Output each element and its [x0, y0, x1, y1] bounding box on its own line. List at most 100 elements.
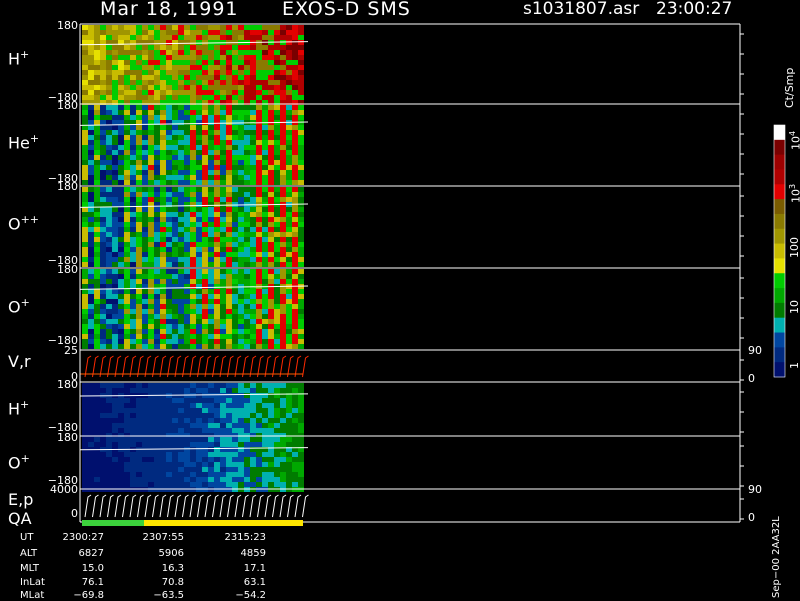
heatmap-cell: [100, 50, 106, 55]
heatmap-cell: [190, 309, 196, 314]
heatmap-cell: [184, 187, 190, 192]
heatmap-cell: [238, 80, 244, 85]
heatmap-cell: [166, 279, 172, 284]
heatmap-cell: [82, 388, 88, 393]
heatmap-cell: [286, 408, 292, 413]
heatmap-cell: [262, 222, 268, 227]
heatmap-cell: [130, 155, 136, 160]
heatmap-cell: [142, 90, 148, 95]
right-tick-top-vr: 90: [748, 344, 762, 357]
heatmap-cell: [292, 339, 298, 344]
heatmap-cell: [94, 202, 100, 207]
heatmap-cell: [172, 294, 178, 299]
heatmap-cell: [148, 130, 154, 135]
heatmap-cell: [262, 95, 268, 100]
heatmap-cell: [220, 85, 226, 90]
heatmap-cell: [124, 413, 130, 418]
heatmap-cell: [112, 252, 118, 257]
heatmap-cell: [244, 222, 250, 227]
heatmap-cell: [166, 90, 172, 95]
heatmap-cell: [154, 462, 160, 467]
heatmap-cell: [250, 319, 256, 324]
heatmap-cell: [148, 269, 154, 274]
heatmap-cell: [88, 309, 94, 314]
heatmap-cell: [280, 403, 286, 408]
heatmap-cell: [88, 403, 94, 408]
heatmap-cell: [136, 482, 142, 487]
heatmap-cell: [130, 95, 136, 100]
heatmap-cell: [286, 150, 292, 155]
heatmap-cell: [208, 442, 214, 447]
heatmap-cell: [208, 418, 214, 423]
heatmap-cell: [244, 105, 250, 110]
heatmap-cell: [208, 115, 214, 120]
heatmap-cell: [148, 65, 154, 70]
heatmap-cell: [226, 309, 232, 314]
heatmap-cell: [94, 269, 100, 274]
heatmap-cell: [298, 90, 304, 95]
heatmap-cell: [286, 452, 292, 457]
heatmap-cell: [214, 398, 220, 403]
heatmap-cell: [238, 398, 244, 403]
heatmap-cell: [100, 45, 106, 50]
heatmap-cell: [190, 95, 196, 100]
heatmap-cell: [244, 187, 250, 192]
heatmap-cell: [82, 50, 88, 55]
heatmap-cell: [262, 413, 268, 418]
heatmap-cell: [184, 329, 190, 334]
heatmap-cell: [238, 452, 244, 457]
heatmap-cell: [142, 60, 148, 65]
heatmap-cell: [196, 187, 202, 192]
heatmap-cell: [142, 252, 148, 257]
heatmap-cell: [178, 207, 184, 212]
heatmap-cell: [190, 457, 196, 462]
heatmap-cell: [202, 30, 208, 35]
heatmap-cell: [202, 50, 208, 55]
heatmap-cell: [130, 423, 136, 428]
heatmap-cell: [286, 237, 292, 242]
heatmap-cell: [262, 70, 268, 75]
heatmap-cell: [112, 135, 118, 140]
heatmap-cell: [214, 457, 220, 462]
heatmap-cell: [238, 125, 244, 130]
heatmap-cell: [196, 437, 202, 442]
heatmap-cell: [172, 170, 178, 175]
trace-segment: [294, 494, 302, 518]
heatmap-cell: [238, 408, 244, 413]
heatmap-cell: [226, 428, 232, 433]
heatmap-cell: [184, 222, 190, 227]
heatmap-cell: [178, 55, 184, 60]
heatmap-cell: [124, 75, 130, 80]
heatmap-cell: [106, 217, 112, 222]
heatmap-cell: [250, 180, 256, 185]
heatmap-cell: [238, 237, 244, 242]
heatmap-cell: [250, 329, 256, 334]
heatmap-cell: [250, 80, 256, 85]
heatmap-cell: [106, 55, 112, 60]
heatmap-cell: [184, 262, 190, 267]
heatmap-cell: [214, 165, 220, 170]
heatmap-cell: [196, 452, 202, 457]
heatmap-cell: [178, 80, 184, 85]
trace-segment: [219, 494, 227, 518]
heatmap-cell: [94, 180, 100, 185]
heatmap-cell: [166, 70, 172, 75]
heatmap-cell: [238, 170, 244, 175]
heatmap-cell: [286, 462, 292, 467]
heatmap-cell: [118, 232, 124, 237]
heatmap-cell: [244, 299, 250, 304]
heatmap-cell: [268, 329, 274, 334]
heatmap-cell: [100, 467, 106, 472]
heatmap-cell: [166, 187, 172, 192]
heatmap-cell: [166, 130, 172, 135]
heatmap-cell: [154, 289, 160, 294]
heatmap-cell: [124, 472, 130, 477]
heatmap-cell: [286, 457, 292, 462]
heatmap-cell: [130, 65, 136, 70]
heatmap-cell: [220, 217, 226, 222]
heatmap-cell: [118, 467, 124, 472]
heatmap-cell: [298, 482, 304, 487]
heatmap-cell: [244, 45, 250, 50]
heatmap-cell: [142, 227, 148, 232]
heatmap-cell: [292, 329, 298, 334]
